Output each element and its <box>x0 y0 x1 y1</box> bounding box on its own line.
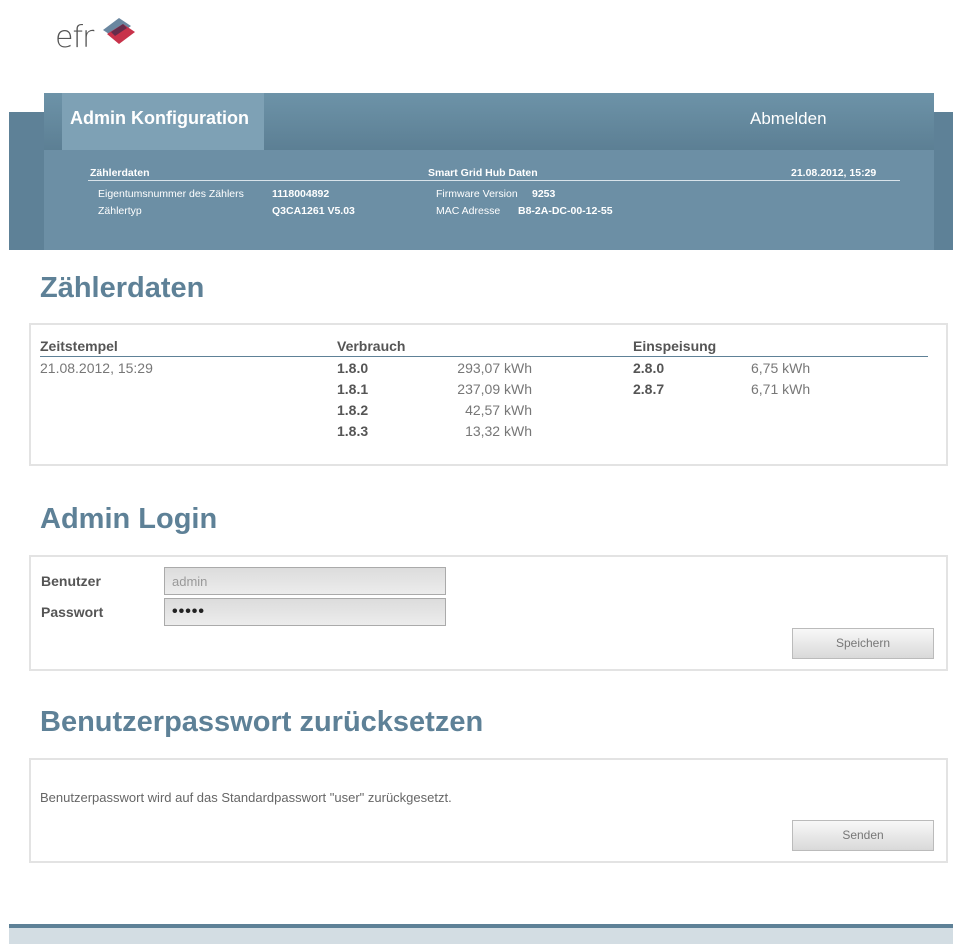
password-field[interactable]: ••••• <box>164 598 446 626</box>
firmware-label: Firmware Version <box>436 188 518 200</box>
feed-value: 6,75 kWh <box>751 360 811 376</box>
nav-tab-admin-config-label[interactable]: Admin Konfiguration <box>70 108 249 129</box>
reset-section-title: Benutzerpasswort zurücksetzen <box>40 706 484 738</box>
col-header-feed: Einspeisung <box>633 338 717 354</box>
info-meter-heading: Zählerdaten <box>90 167 150 179</box>
meter-type-value: Q3CA1261 V5.03 <box>272 205 355 217</box>
password-label: Passwort <box>41 604 104 620</box>
ownership-label: Eigentumsnummer des Zählers <box>98 188 244 200</box>
efr-logo: efr <box>55 12 137 62</box>
info-datetime: 21.08.2012, 15:29 <box>791 167 877 179</box>
feed-value: 6,71 kWh <box>751 381 811 397</box>
mac-label: MAC Adresse <box>436 205 501 217</box>
col-header-timestamp: Zeitstempel <box>40 338 118 354</box>
logout-link[interactable]: Abmelden <box>750 109 827 129</box>
info-divider-right <box>426 180 900 181</box>
username-field[interactable] <box>164 567 446 595</box>
mac-value: B8-2A-DC-00-12-55 <box>518 205 613 217</box>
save-button[interactable]: Speichern <box>792 628 934 659</box>
info-divider-left <box>88 180 426 181</box>
consumption-code: 1.8.3 <box>337 423 369 439</box>
meter-type-label: Zählertyp <box>98 205 142 217</box>
consumption-value: 293,07 kWh <box>457 360 532 376</box>
table-header-divider <box>40 356 928 357</box>
meter-section-title: Zählerdaten <box>40 272 205 304</box>
login-section-title: Admin Login <box>40 503 218 535</box>
col-header-consumption: Verbrauch <box>337 338 406 354</box>
consumption-code: 1.8.0 <box>337 360 369 376</box>
info-hub-heading: Smart Grid Hub Daten <box>428 167 538 179</box>
logo-text: efr <box>55 19 94 55</box>
firmware-value: 9253 <box>532 188 556 200</box>
reset-description: Benutzerpasswort wird auf das Standardpa… <box>40 790 452 805</box>
feed-code: 2.8.0 <box>633 360 665 376</box>
consumption-value: 237,09 kWh <box>457 381 532 397</box>
feed-code: 2.8.7 <box>633 381 665 397</box>
consumption-value: 42,57 kWh <box>465 402 532 418</box>
consumption-code: 1.8.2 <box>337 402 369 418</box>
timestamp-cell: 21.08.2012, 15:29 <box>40 360 153 376</box>
footer-bar <box>9 928 953 944</box>
logo-mark-icon <box>103 18 136 44</box>
send-button[interactable]: Senden <box>792 820 934 851</box>
consumption-code: 1.8.1 <box>337 381 369 397</box>
username-label: Benutzer <box>41 573 101 589</box>
consumption-value: 13,32 kWh <box>465 423 532 439</box>
ownership-value: 1118004892 <box>272 188 330 200</box>
